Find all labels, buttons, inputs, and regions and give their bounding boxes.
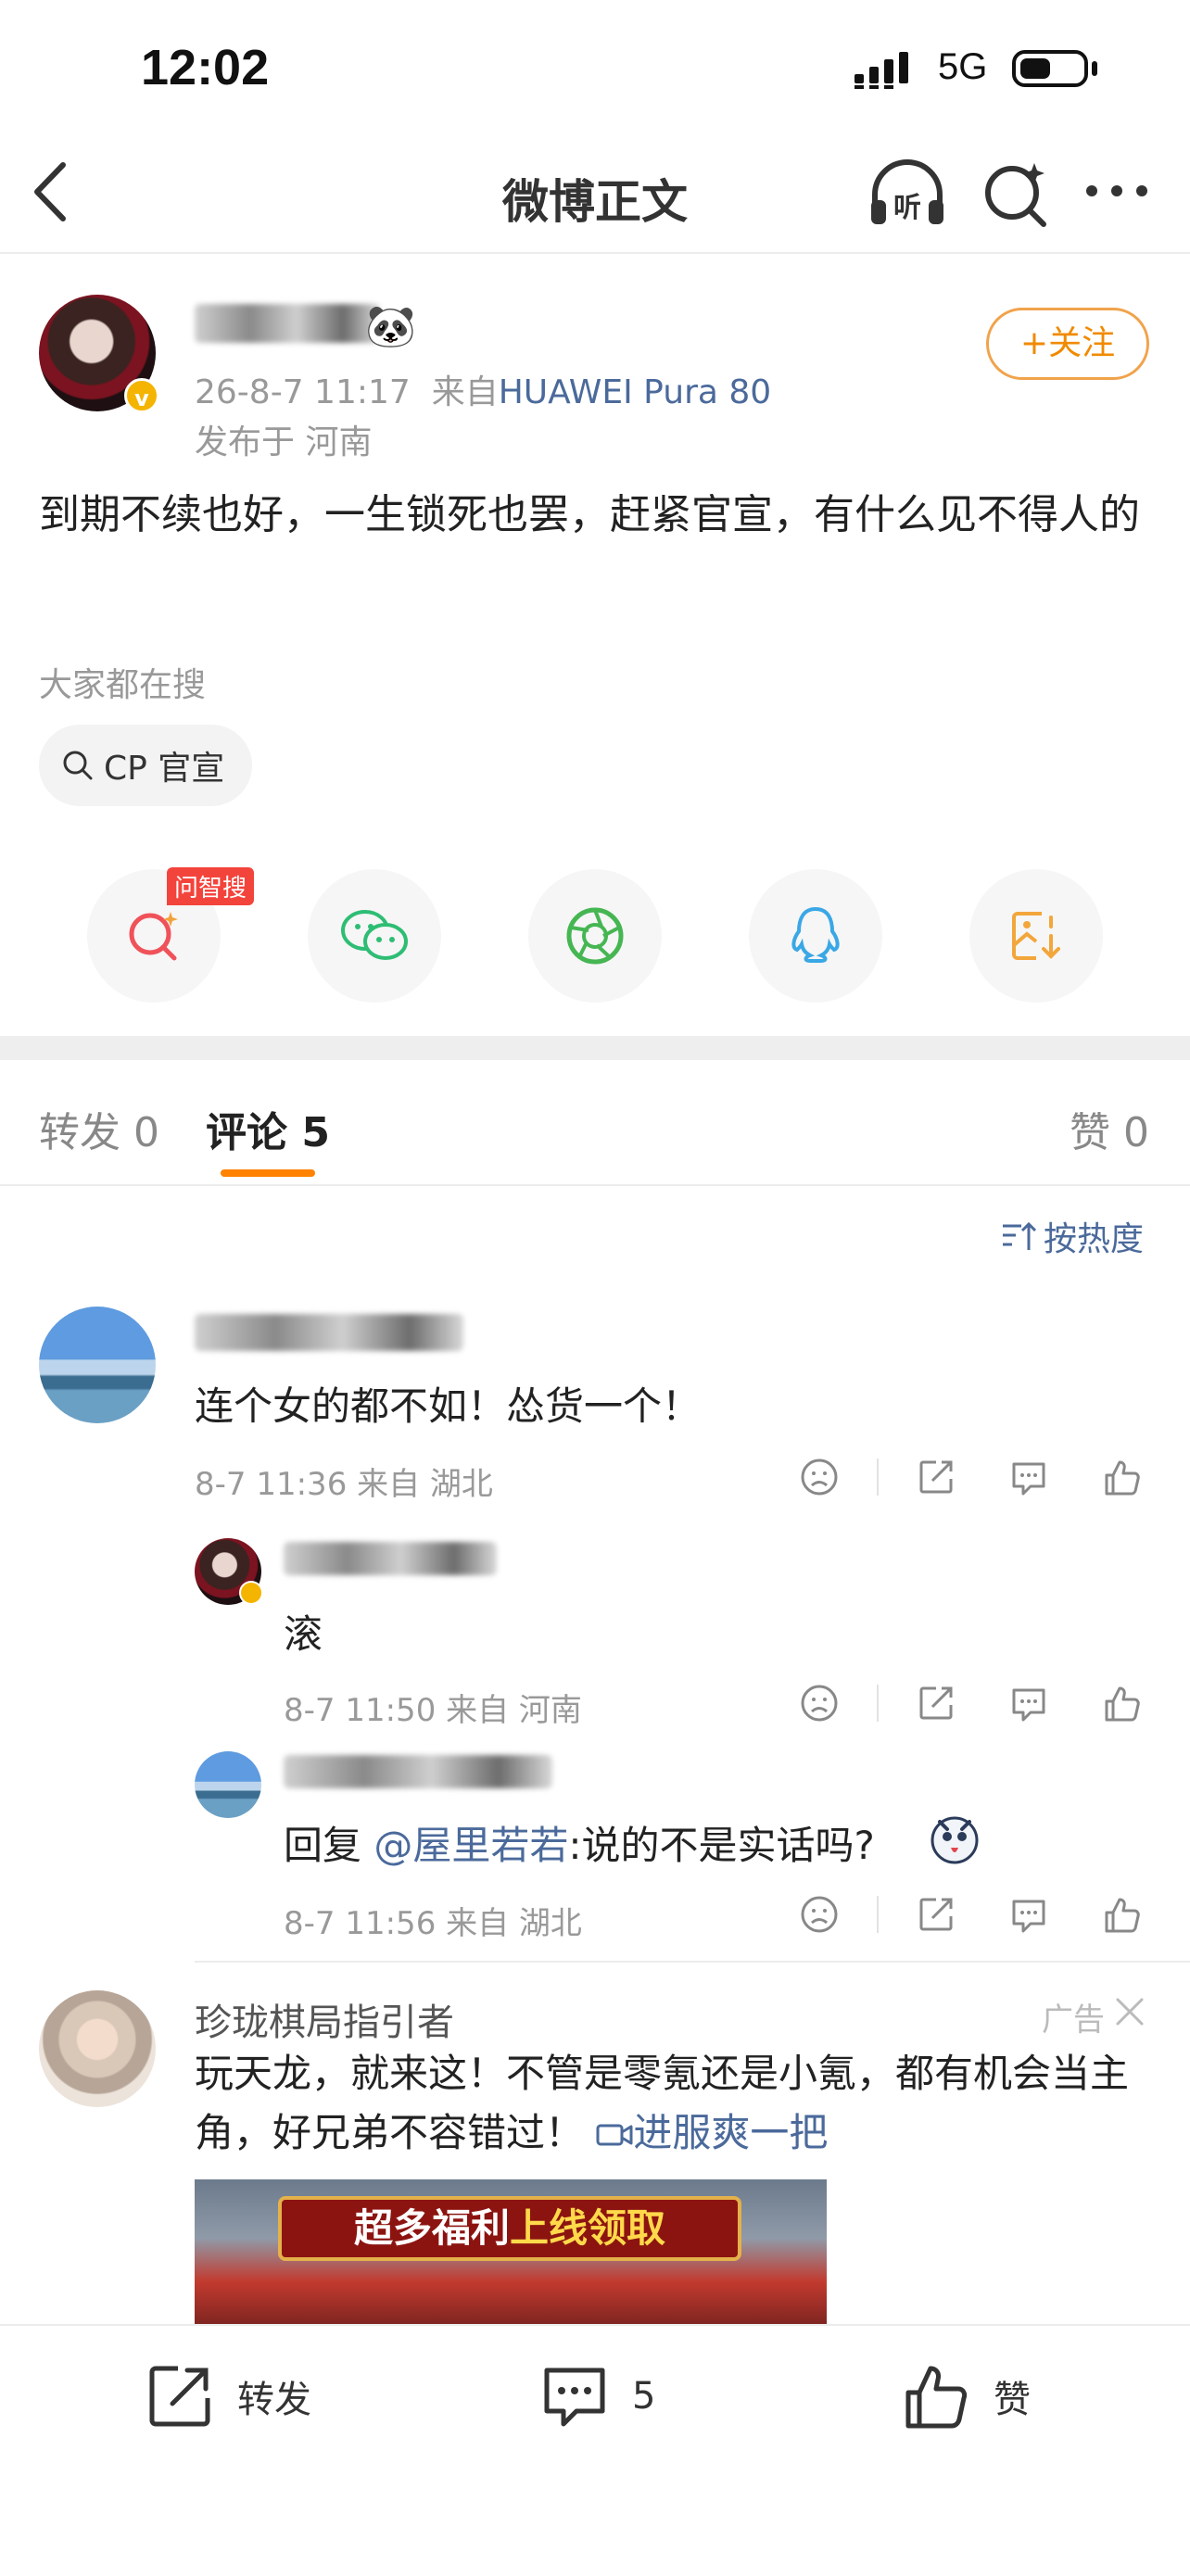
share-icon[interactable]: [916, 1683, 956, 1724]
reply-avatar[interactable]: [195, 1751, 261, 1818]
active-tab-indicator: [221, 1169, 315, 1177]
reply-meta: 8-7 11:56 来自 湖北: [284, 1905, 582, 1942]
share-moments-button[interactable]: [528, 869, 662, 1003]
tab-reposts[interactable]: 转发 0: [39, 1099, 159, 1158]
post-meta: 26-8-7 11:17 来自HUAWEI Pura 80: [195, 365, 771, 413]
ad-author-name[interactable]: 珍珑棋局指引者: [195, 1992, 454, 2046]
verified-badge-icon: v: [124, 378, 159, 413]
like-thumb-icon: [905, 2366, 968, 2429]
comment-bubble-icon: [544, 2368, 605, 2427]
close-icon[interactable]: [1112, 1994, 1147, 2029]
ad-text: 玩天龙，就来这！不管是零氪还是小氪，都有机会当主角，好兄弟不容错过！ 进服爽一把: [195, 2044, 1158, 2163]
reply-actions: [799, 1683, 1142, 1724]
repost-icon: [149, 2366, 210, 2427]
mention-link[interactable]: @屋里若若: [373, 1823, 568, 1868]
tab-comments[interactable]: 评论 5: [206, 1099, 330, 1158]
share-wechat-button[interactable]: [308, 869, 441, 1003]
svg-text:听: 听: [893, 192, 921, 224]
reply-meta: 8-7 11:50 来自 河南: [284, 1692, 582, 1729]
author-name-redacted[interactable]: [195, 304, 380, 343]
repost-button[interactable]: 转发: [145, 2361, 311, 2431]
status-time: 12:02: [141, 40, 270, 95]
dislike-face-icon[interactable]: [799, 1894, 840, 1935]
search-hint-label: 大家都在搜: [39, 666, 207, 704]
post-body: 到期不续也好，一生锁死也罢，赶紧官宣，有什么见不得人的: [39, 491, 1140, 538]
comment-text: 连个女的都不如！怂货一个！: [195, 1383, 702, 1429]
tabs-divider: [0, 1184, 1190, 1186]
post-time: 26-8-7 11:17: [195, 373, 411, 411]
listen-headphone-icon[interactable]: 听: [866, 158, 949, 232]
reply-bubble-icon[interactable]: [1008, 1457, 1049, 1497]
ask-search-icon: [129, 912, 178, 961]
save-image-button[interactable]: [969, 869, 1103, 1003]
comment-divider: [195, 1961, 1190, 1963]
reply-name-redacted[interactable]: [284, 1755, 552, 1788]
reply-actions: [799, 1894, 1142, 1935]
ad-avatar[interactable]: [39, 1990, 156, 2107]
comment-count: 5: [632, 2375, 656, 2418]
qq-penguin-icon: [791, 906, 840, 963]
wechat-icon: [341, 910, 408, 960]
ask-badge: 问智搜: [167, 867, 255, 905]
battery-icon: [1012, 50, 1088, 87]
comment-actions: [799, 1457, 1142, 1497]
author-emoji: 🐼: [365, 303, 416, 350]
dislike-face-icon[interactable]: [799, 1683, 840, 1724]
follow-button[interactable]: +关注: [986, 308, 1149, 380]
reply-name-redacted[interactable]: [284, 1542, 497, 1575]
nav-divider: [0, 252, 1190, 254]
ad-link[interactable]: 进服爽一把: [596, 2110, 828, 2155]
like-thumb-icon[interactable]: [1101, 1683, 1142, 1724]
ad-label: 广告: [1042, 2001, 1105, 2039]
like-button[interactable]: 赞: [901, 2361, 1031, 2431]
commenter-name-redacted[interactable]: [195, 1314, 463, 1351]
like-thumb-icon[interactable]: [1101, 1457, 1142, 1497]
smart-search-icon[interactable]: [981, 158, 1055, 232]
sort-icon: [1003, 1221, 1036, 1250]
ad-banner-text: 超多福利: [353, 2205, 510, 2251]
sticker-emoji-icon: [927, 1811, 982, 1870]
reply-body: :说的不是实话吗?: [568, 1823, 875, 1868]
more-icon[interactable]: [1084, 182, 1149, 200]
moments-aperture-icon: [566, 907, 624, 965]
share-icon[interactable]: [916, 1457, 956, 1497]
sort-label: 按热度: [1044, 1220, 1145, 1258]
reply-bubble-icon[interactable]: [1008, 1894, 1049, 1935]
reply-bubble-icon[interactable]: [1008, 1683, 1049, 1724]
reply-prefix: 回复: [284, 1823, 374, 1868]
reply-text: 回复 @屋里若若:说的不是实话吗?: [284, 1814, 875, 1871]
post-device[interactable]: HUAWEI Pura 80: [499, 373, 772, 411]
share-qq-button[interactable]: [749, 869, 882, 1003]
cellular-signal-icon: [855, 52, 908, 89]
comment-meta: 8-7 11:36 来自 湖北: [195, 1466, 493, 1503]
network-type: 5G: [938, 46, 988, 87]
like-thumb-icon[interactable]: [1101, 1894, 1142, 1935]
commenter-avatar[interactable]: [39, 1307, 156, 1423]
ad-link-label: 进服爽一把: [633, 2110, 829, 2155]
section-separator: [0, 1036, 1190, 1060]
battery-tip: [1092, 61, 1097, 76]
save-image-icon: [1012, 912, 1060, 960]
repost-label: 转发: [237, 2379, 311, 2421]
search-chip-label: CP 官宣: [104, 750, 225, 788]
share-icon[interactable]: [916, 1894, 956, 1935]
reply-verified-badge-icon: [239, 1581, 263, 1605]
comment-button[interactable]: 5: [539, 2361, 655, 2431]
reply-text: 滚: [284, 1611, 323, 1657]
ad-banner-highlight: 上线领取: [510, 2205, 666, 2251]
tab-likes[interactable]: 赞 0: [1070, 1099, 1149, 1158]
ad-image[interactable]: 超多福利上线领取: [195, 2179, 827, 2326]
like-label: 赞: [994, 2379, 1031, 2421]
post-location: 发布于 河南: [195, 423, 373, 461]
search-chip[interactable]: CP 官宣: [39, 725, 253, 806]
dislike-face-icon[interactable]: [799, 1457, 840, 1497]
post-from: 来自: [431, 373, 499, 411]
ad-banner: 超多福利上线领取: [278, 2196, 741, 2261]
video-link-icon: [596, 2124, 633, 2146]
sort-by-hot-button[interactable]: 按热度: [1001, 1212, 1144, 1260]
search-icon: [63, 751, 93, 780]
